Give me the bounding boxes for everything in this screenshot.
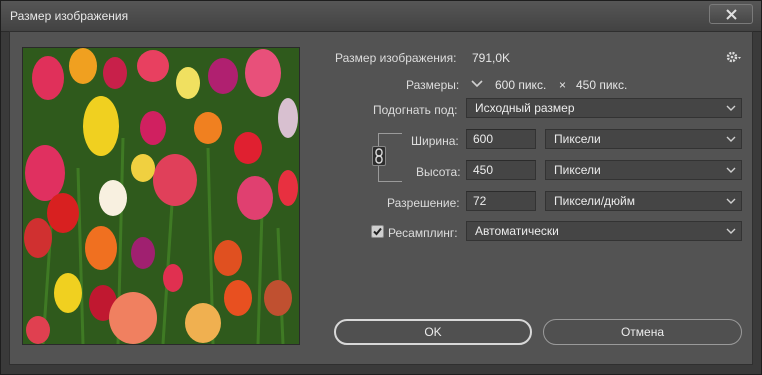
- height-unit-select[interactable]: Пиксели: [545, 160, 742, 180]
- height-input[interactable]: 450: [466, 160, 536, 180]
- image-size-dialog: Размер изображения Размер изображения: 7…: [0, 0, 762, 375]
- dimensions-dropdown[interactable]: [470, 78, 484, 90]
- link-chain-icon: [375, 148, 383, 164]
- fit-to-select[interactable]: Исходный размер: [466, 98, 742, 118]
- chevron-down-icon: [471, 80, 483, 88]
- chevron-down-icon: [726, 105, 736, 111]
- chevron-down-icon: [726, 198, 736, 204]
- close-icon: [726, 9, 737, 20]
- resolution-label: Разрешение:: [387, 196, 460, 210]
- ok-button[interactable]: OK: [334, 319, 532, 345]
- image-size-label: Размер изображения:: [335, 51, 457, 65]
- link-bracket-bottom: [378, 166, 379, 182]
- window-title: Размер изображения: [10, 9, 129, 23]
- tulip-preview-image: [23, 48, 299, 344]
- times-sign: ×: [559, 78, 567, 92]
- width-label: Ширина:: [411, 134, 459, 148]
- resolution-input[interactable]: 72: [466, 191, 536, 211]
- height-unit-value: Пиксели: [554, 163, 601, 177]
- dialog-body: Размер изображения: 791,0K Размеры: 600 …: [9, 31, 753, 365]
- close-button[interactable]: [709, 4, 753, 24]
- checkmark-icon: [373, 227, 382, 236]
- ok-button-label: OK: [424, 325, 442, 339]
- dimension-width-value: 600 пикс.: [495, 78, 547, 92]
- resample-checkbox[interactable]: [371, 225, 384, 238]
- image-preview[interactable]: [22, 47, 300, 345]
- dimensions-label: Размеры:: [406, 78, 460, 92]
- cancel-button-label: Отмена: [620, 325, 665, 339]
- height-input-value: 450: [473, 163, 494, 177]
- resample-method-value: Автоматически: [475, 224, 559, 238]
- gear-menu-button[interactable]: [726, 50, 742, 64]
- link-bracket-bottom-arm: [378, 181, 402, 182]
- chevron-down-icon: [726, 136, 736, 142]
- resolution-unit-value: Пиксели/дюйм: [554, 194, 635, 208]
- image-size-value: 791,0K: [472, 51, 511, 65]
- title-bar: Размер изображения: [1, 1, 761, 32]
- resample-method-select[interactable]: Автоматически: [466, 221, 742, 241]
- link-bracket-top-arm: [378, 133, 402, 134]
- fit-to-label: Подогнать под:: [373, 103, 458, 117]
- height-label: Высота:: [416, 165, 461, 179]
- width-input[interactable]: 600: [466, 129, 536, 149]
- width-unit-value: Пиксели: [554, 132, 601, 146]
- resolution-input-value: 72: [473, 194, 487, 208]
- chevron-down-icon: [726, 228, 736, 234]
- dimension-height-value: 450 пикс.: [576, 78, 628, 92]
- constrain-proportions-button[interactable]: [372, 146, 386, 166]
- width-unit-select[interactable]: Пиксели: [545, 129, 742, 149]
- resample-label: Ресамплинг:: [388, 226, 458, 240]
- fit-to-value: Исходный размер: [475, 101, 575, 115]
- cancel-button[interactable]: Отмена: [543, 319, 742, 345]
- width-input-value: 600: [473, 132, 494, 146]
- gear-icon: [726, 51, 741, 63]
- resolution-unit-select[interactable]: Пиксели/дюйм: [545, 191, 742, 211]
- chevron-down-icon: [726, 167, 736, 173]
